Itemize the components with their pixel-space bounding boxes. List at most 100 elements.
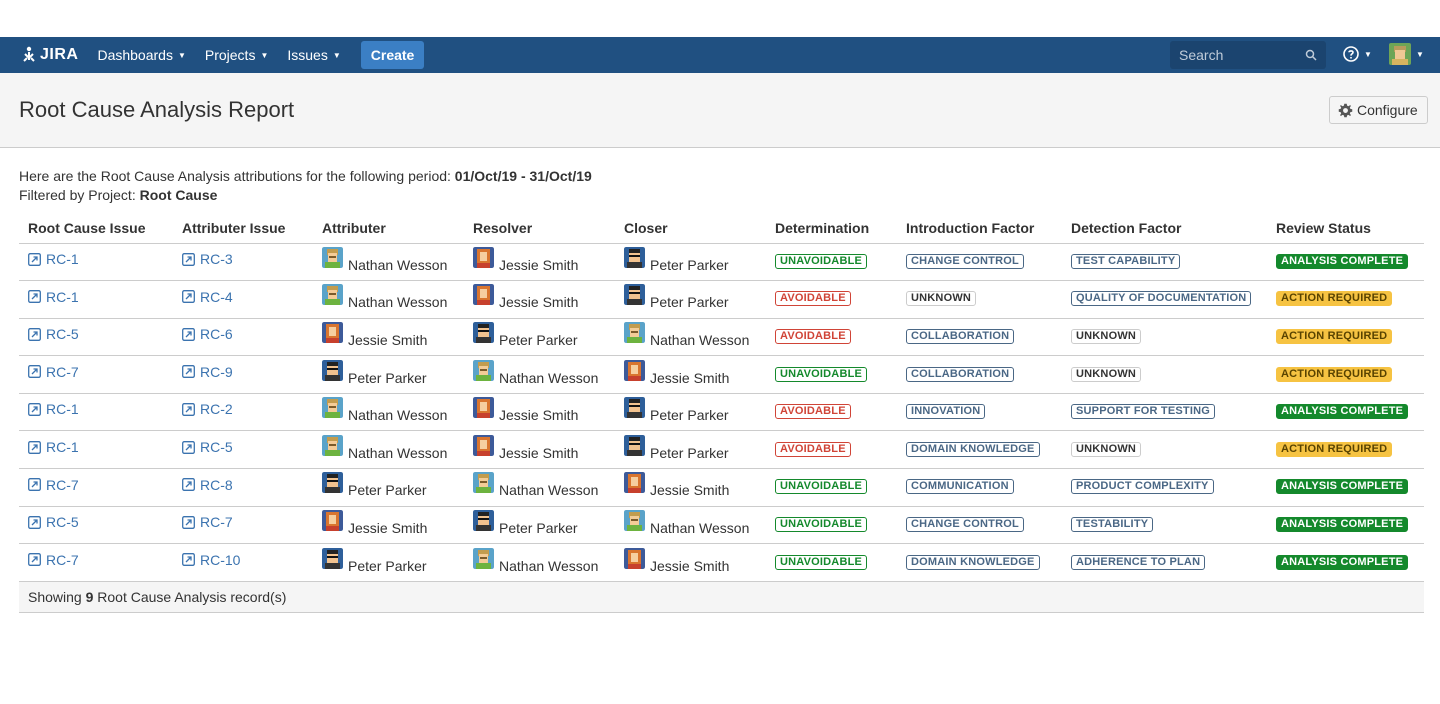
root-cause-issue-link[interactable]: RC-7 bbox=[28, 364, 79, 380]
column-header: Resolver bbox=[464, 213, 615, 244]
avatar-nathan-wesson-icon bbox=[322, 284, 343, 306]
create-button[interactable]: Create bbox=[360, 41, 425, 69]
closer-user[interactable]: Peter Parker bbox=[624, 246, 729, 273]
resolver-user[interactable]: Jessie Smith bbox=[473, 397, 578, 423]
cell-introduction-factor: COLLABORATION bbox=[897, 355, 1062, 394]
resolver-user[interactable]: Nathan Wesson bbox=[473, 472, 598, 498]
root-cause-issue-link[interactable]: RC-7 bbox=[28, 477, 79, 493]
attributer-issue-link[interactable]: RC-5 bbox=[182, 439, 233, 455]
closer-user[interactable]: Jessie Smith bbox=[624, 472, 729, 498]
user-menu[interactable]: ▼ bbox=[1389, 43, 1424, 65]
nav-issues[interactable]: Issues ▼ bbox=[287, 47, 340, 63]
attributer-user[interactable]: Jessie Smith bbox=[322, 321, 427, 348]
avatar-nathan-wesson-icon bbox=[322, 246, 343, 268]
cell-attributer: Peter Parker bbox=[313, 468, 464, 507]
nav-dashboards[interactable]: Dashboards ▼ bbox=[97, 47, 185, 63]
resolver-user[interactable]: Nathan Wesson bbox=[473, 547, 598, 574]
attributer-issue-link[interactable]: RC-9 bbox=[182, 364, 233, 380]
review-status-lozenge: ACTION REQUIRED bbox=[1276, 291, 1393, 307]
attributer-user[interactable]: Peter Parker bbox=[322, 472, 427, 498]
search-input[interactable]: Search bbox=[1170, 41, 1326, 69]
cell-attributer: Jessie Smith bbox=[313, 318, 464, 357]
attributer-user[interactable]: Jessie Smith bbox=[322, 509, 427, 536]
resolver-user[interactable]: Peter Parker bbox=[473, 321, 578, 348]
root-cause-issue-link[interactable]: RC-1 bbox=[28, 251, 79, 267]
attributer-issue-link[interactable]: RC-6 bbox=[182, 326, 233, 342]
top-navigation-bar: JIRA Dashboards ▼ Projects ▼ Issues ▼ Cr… bbox=[0, 37, 1440, 73]
introduction-factor-lozenge: CHANGE CONTROL bbox=[906, 516, 1024, 532]
cell-root-cause-issue: RC-1 bbox=[19, 280, 173, 319]
root-cause-issue-link[interactable]: RC-1 bbox=[28, 439, 79, 455]
nav-projects[interactable]: Projects ▼ bbox=[205, 47, 269, 63]
closer-name: Peter Parker bbox=[650, 444, 729, 461]
external-link-icon bbox=[182, 402, 195, 416]
attributer-user[interactable]: Nathan Wesson bbox=[322, 397, 447, 423]
issue-key: RC-4 bbox=[200, 288, 233, 305]
root-cause-issue-link[interactable]: RC-1 bbox=[28, 289, 79, 305]
introduction-factor-lozenge: COLLABORATION bbox=[906, 328, 1015, 344]
column-header: Root Cause Issue bbox=[19, 213, 173, 244]
closer-user[interactable]: Jessie Smith bbox=[624, 547, 729, 574]
configure-button[interactable]: Configure bbox=[1329, 96, 1428, 124]
issue-key: RC-7 bbox=[46, 551, 79, 568]
attributer-user[interactable]: Nathan Wesson bbox=[322, 434, 448, 461]
column-header: Closer bbox=[615, 213, 766, 244]
table-header-row: Root Cause Issue Attributer Issue Attrib… bbox=[19, 213, 1424, 244]
resolver-user[interactable]: Peter Parker bbox=[473, 509, 578, 536]
resolver-user[interactable]: Jessie Smith bbox=[473, 284, 578, 310]
avatar-nathan-wesson-icon bbox=[473, 472, 494, 494]
closer-user[interactable]: Peter Parker bbox=[624, 397, 729, 423]
avatar-jessie-smith-icon bbox=[473, 284, 494, 306]
external-link-icon bbox=[28, 553, 41, 567]
external-link-icon bbox=[28, 290, 41, 304]
avatar-jessie-smith-icon bbox=[473, 434, 494, 456]
resolver-user[interactable]: Jessie Smith bbox=[473, 434, 578, 461]
attributer-issue-link[interactable]: RC-7 bbox=[182, 514, 233, 530]
chevron-down-icon: ▼ bbox=[1364, 49, 1372, 59]
attributer-user[interactable]: Nathan Wesson bbox=[322, 246, 447, 273]
root-cause-issue-link[interactable]: RC-5 bbox=[28, 514, 79, 530]
root-cause-issue-link[interactable]: RC-5 bbox=[28, 326, 79, 342]
closer-user[interactable]: Nathan Wesson bbox=[624, 321, 749, 348]
attributer-issue-link[interactable]: RC-4 bbox=[182, 289, 233, 305]
closer-user[interactable]: Peter Parker bbox=[624, 284, 729, 310]
cell-attributer-issue: RC-7 bbox=[173, 506, 313, 545]
cell-introduction-factor: COMMUNICATION bbox=[897, 468, 1062, 507]
attributer-issue-link[interactable]: RC-8 bbox=[182, 477, 233, 493]
cell-closer: Jessie Smith bbox=[615, 355, 766, 394]
introduction-factor-lozenge: COMMUNICATION bbox=[906, 479, 1014, 495]
avatar-nathan-wesson-icon bbox=[322, 397, 343, 419]
attributer-name: Nathan Wesson bbox=[348, 444, 448, 461]
page-header: Root Cause Analysis Report Configure bbox=[0, 73, 1440, 148]
attributer-issue-link[interactable]: RC-3 bbox=[182, 251, 233, 267]
cell-closer: Nathan Wesson bbox=[615, 506, 766, 545]
introduction-factor-lozenge: DOMAIN KNOWLEDGE bbox=[906, 441, 1040, 457]
cell-closer: Peter Parker bbox=[615, 280, 766, 319]
help-menu[interactable]: ▼ bbox=[1343, 46, 1372, 62]
avatar-nathan-wesson-icon bbox=[473, 359, 494, 381]
closer-user[interactable]: Jessie Smith bbox=[624, 359, 729, 386]
external-link-icon bbox=[182, 478, 195, 492]
jira-logo-icon bbox=[23, 46, 35, 62]
issue-key: RC-5 bbox=[46, 514, 79, 531]
attributer-issue-link[interactable]: RC-10 bbox=[182, 552, 240, 568]
attributer-user[interactable]: Peter Parker bbox=[322, 359, 427, 386]
jira-logo[interactable]: JIRA bbox=[20, 46, 78, 64]
record-count-prefix: Showing bbox=[28, 588, 86, 605]
attributer-issue-link[interactable]: RC-2 bbox=[182, 401, 233, 417]
cell-detection-factor: QUALITY OF DOCUMENTATION bbox=[1062, 280, 1267, 319]
closer-user[interactable]: Nathan Wesson bbox=[624, 509, 749, 536]
determination-lozenge: UNAVOIDABLE bbox=[775, 516, 868, 532]
root-cause-issue-link[interactable]: RC-1 bbox=[28, 401, 79, 417]
table-footer-row: Showing 9 Root Cause Analysis record(s) bbox=[19, 581, 1424, 613]
cell-introduction-factor: COLLABORATION bbox=[897, 318, 1062, 357]
closer-user[interactable]: Peter Parker bbox=[624, 434, 729, 461]
attributer-user[interactable]: Nathan Wesson bbox=[322, 284, 447, 310]
attributer-user[interactable]: Peter Parker bbox=[322, 547, 427, 574]
cell-introduction-factor: DOMAIN KNOWLEDGE bbox=[897, 543, 1062, 582]
external-link-icon bbox=[182, 252, 195, 266]
root-cause-issue-link[interactable]: RC-7 bbox=[28, 552, 79, 568]
cell-introduction-factor: DOMAIN KNOWLEDGE bbox=[897, 430, 1062, 470]
resolver-user[interactable]: Jessie Smith bbox=[473, 246, 578, 273]
resolver-user[interactable]: Nathan Wesson bbox=[473, 359, 598, 386]
